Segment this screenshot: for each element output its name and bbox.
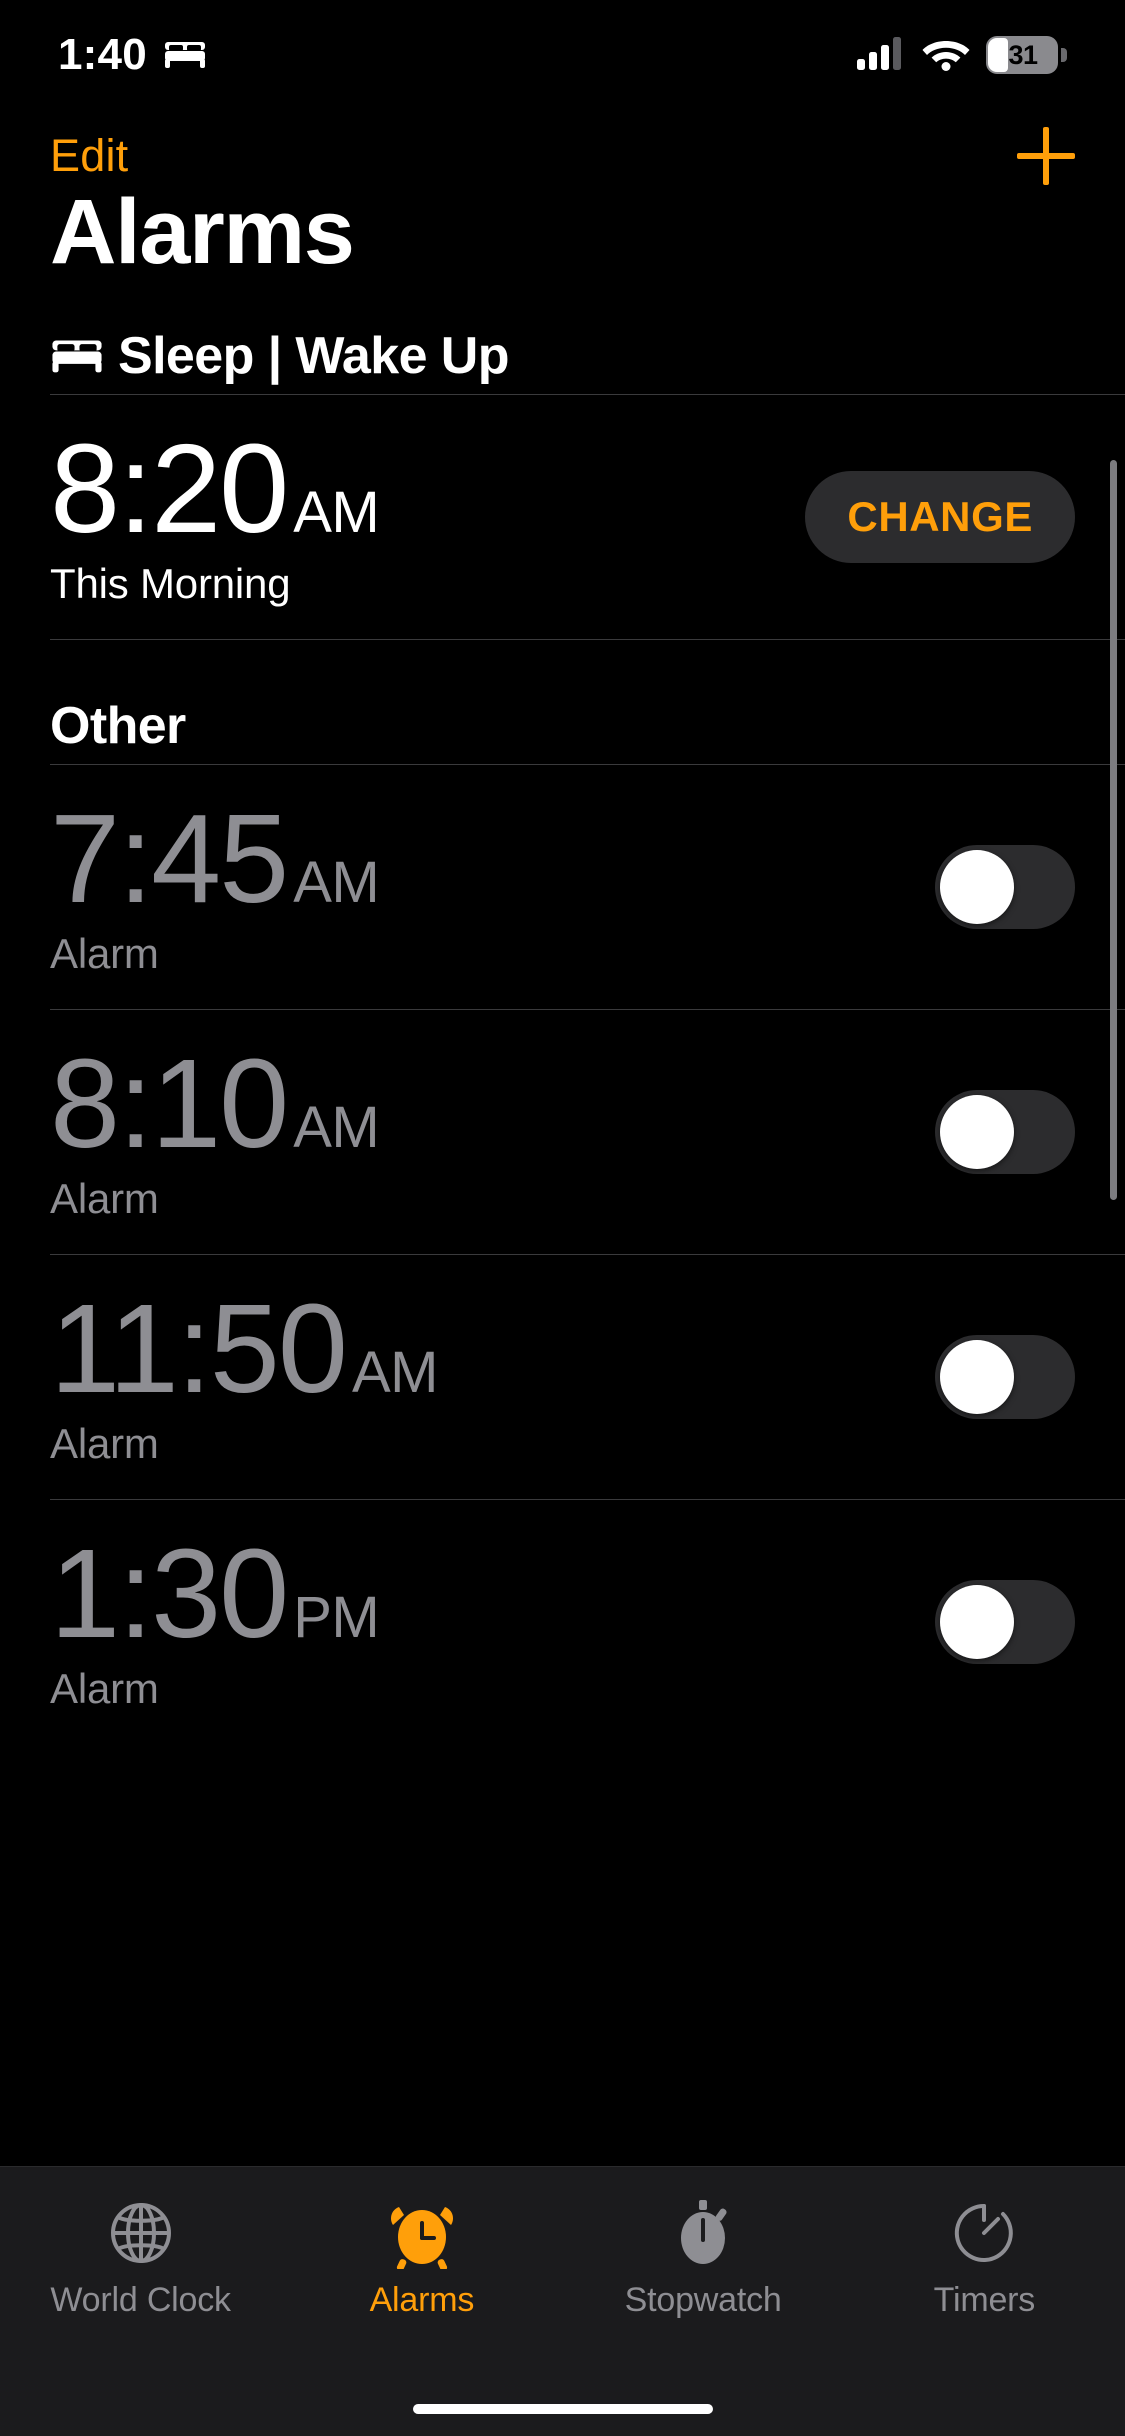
alarm-info: 7:45 AM Alarm xyxy=(50,788,380,978)
alarm-toggle[interactable] xyxy=(935,1090,1075,1174)
tab-label: Stopwatch xyxy=(624,2281,782,2319)
status-bar-left: 1:40 xyxy=(58,30,207,80)
alarm-row[interactable]: 1:30 PM Alarm xyxy=(0,1500,1125,1744)
alarms-list[interactable]: Sleep | Wake Up 8:20 AM This Morning CHA… xyxy=(0,296,1125,2166)
cellular-signal-icon xyxy=(856,35,906,76)
alarm-label: Alarm xyxy=(50,1420,159,1467)
battery-body: 31 xyxy=(986,36,1058,74)
alarm-time-period: PM xyxy=(293,1585,380,1650)
tab-label: World Clock xyxy=(50,2281,231,2319)
alarm-time-value: 7:45 xyxy=(50,788,289,929)
plus-icon[interactable] xyxy=(1017,127,1075,185)
alarm-label: Alarm xyxy=(50,930,159,977)
clock-app-screen: 1:40 31 Edit Alarms Sleep | Wake Up 8:20… xyxy=(0,0,1125,2436)
tab-bar: World Clock Alarms Stopwatch Timers xyxy=(0,2166,1125,2436)
alarm-time-value: 1:30 xyxy=(50,1523,289,1664)
tab-alarms[interactable]: Alarms xyxy=(281,2195,562,2320)
tab-label: Timers xyxy=(933,2281,1036,2319)
alarm-time: 8:10 AM xyxy=(50,1033,380,1174)
alarm-time-period: AM xyxy=(293,480,380,545)
edit-button[interactable]: Edit xyxy=(50,130,128,182)
stopwatch-icon xyxy=(668,2195,738,2271)
globe-icon xyxy=(106,2195,176,2271)
tab-world-clock[interactable]: World Clock xyxy=(0,2195,281,2320)
alarm-time: 7:45 AM xyxy=(50,788,380,929)
alarm-time-value: 11:50 xyxy=(50,1278,348,1419)
toggle-knob xyxy=(940,1585,1014,1659)
alarm-time-period: AM xyxy=(293,1095,380,1160)
alarm-label: Alarm xyxy=(50,1665,159,1712)
alarm-label: Alarm xyxy=(50,1175,159,1222)
alarm-toggle[interactable] xyxy=(935,845,1075,929)
alarm-label: This Morning xyxy=(50,560,291,607)
alarm-row[interactable]: 7:45 AM Alarm xyxy=(0,765,1125,1009)
tab-stopwatch[interactable]: Stopwatch xyxy=(563,2195,844,2320)
alarm-info: 8:20 AM This Morning xyxy=(50,418,380,608)
bed-icon xyxy=(163,37,207,74)
alarm-time-value: 8:10 xyxy=(50,1033,289,1174)
alarm-time-value: 8:20 xyxy=(50,418,289,559)
alarm-toggle[interactable] xyxy=(935,1580,1075,1664)
alarm-toggle[interactable] xyxy=(935,1335,1075,1419)
section-header-other: Other xyxy=(0,688,1125,764)
battery-fill xyxy=(988,38,1008,72)
alarm-time: 11:50 AM xyxy=(50,1286,438,1412)
page-title: Alarms xyxy=(50,181,355,283)
battery-indicator: 31 xyxy=(986,36,1067,74)
battery-percent-label: 31 xyxy=(1008,39,1038,70)
status-bar: 1:40 31 xyxy=(0,0,1125,110)
alarm-row[interactable]: 11:50 AM Alarm xyxy=(0,1255,1125,1499)
status-bar-clock: 1:40 xyxy=(58,30,147,79)
bed-icon xyxy=(50,334,104,379)
status-bar-right: 31 xyxy=(856,35,1067,76)
alarm-time: 1:30 PM xyxy=(50,1523,380,1664)
alarm-info: 8:10 AM Alarm xyxy=(50,1033,380,1223)
toggle-knob xyxy=(940,850,1014,924)
wifi-icon xyxy=(922,35,970,76)
alarm-time: 8:20 AM xyxy=(50,418,380,559)
section-title: Sleep | Wake Up xyxy=(118,327,509,385)
battery-cap xyxy=(1061,48,1067,62)
alarm-info: 11:50 AM Alarm xyxy=(50,1286,438,1468)
vertical-scrollbar[interactable] xyxy=(1110,460,1117,1200)
tab-label: Alarms xyxy=(369,2281,475,2319)
home-indicator xyxy=(412,2404,713,2414)
alarm-row[interactable]: 8:10 AM Alarm xyxy=(0,1010,1125,1254)
timer-icon xyxy=(949,2195,1019,2271)
alarm-row-sleep-wakeup[interactable]: 8:20 AM This Morning CHANGE xyxy=(0,395,1125,639)
alarm-time-period: AM xyxy=(293,850,380,915)
tab-timers[interactable]: Timers xyxy=(844,2195,1125,2320)
alarm-time-period: AM xyxy=(351,1340,439,1405)
toggle-knob xyxy=(940,1095,1014,1169)
section-header-sleep: Sleep | Wake Up xyxy=(0,318,1125,394)
divider xyxy=(50,639,1125,640)
alarm-clock-icon xyxy=(387,2195,457,2271)
change-button[interactable]: CHANGE xyxy=(805,471,1075,563)
alarm-info: 1:30 PM Alarm xyxy=(50,1523,380,1713)
toggle-knob xyxy=(940,1340,1014,1414)
section-title: Other xyxy=(50,697,186,755)
